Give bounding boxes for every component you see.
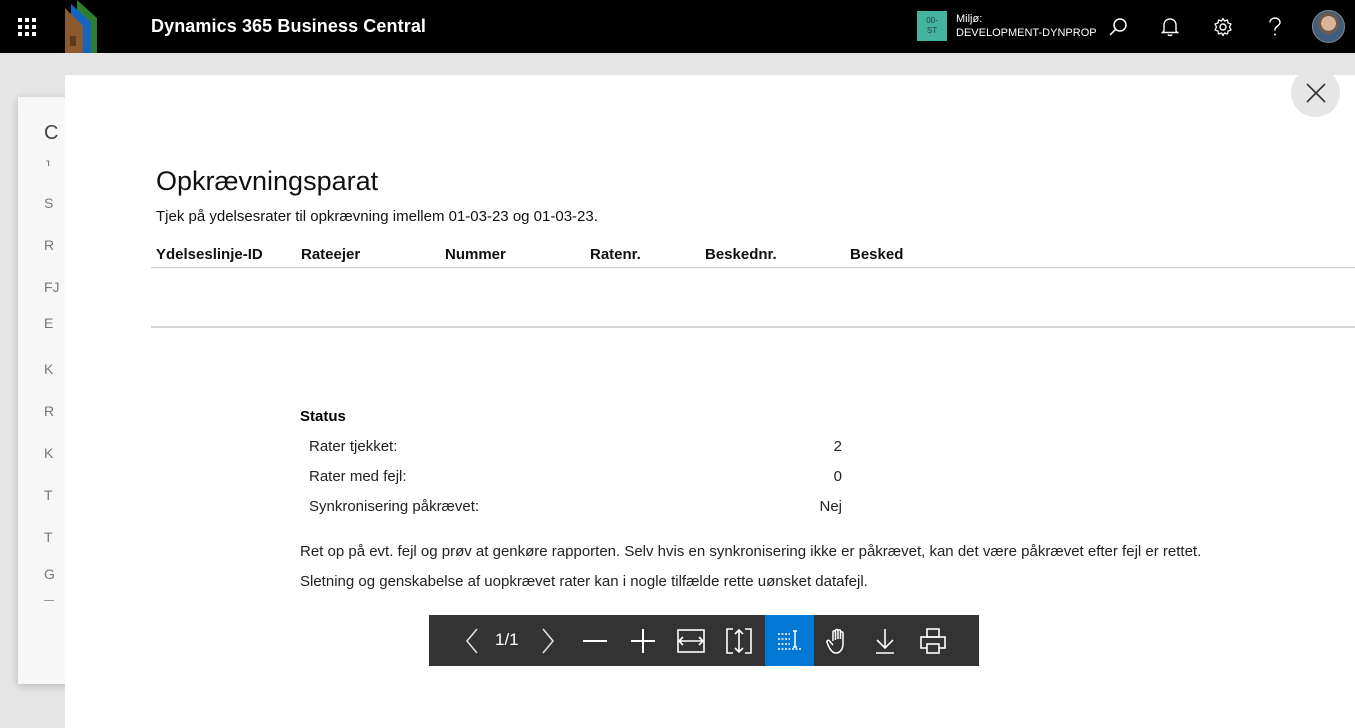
pdf-viewer-toolbar: 1/1 xyxy=(429,615,979,666)
report-note: Sletning og genskabelse af uopkrævet rat… xyxy=(300,573,868,590)
status-value: 2 xyxy=(833,438,842,455)
gear-icon xyxy=(1214,17,1232,37)
printer-icon xyxy=(920,627,946,654)
notifications-button[interactable] xyxy=(1152,9,1188,45)
background-page-item: J xyxy=(44,158,50,166)
background-page-item: E xyxy=(44,315,54,331)
fit-page-icon xyxy=(726,627,752,654)
table-end-divider xyxy=(151,326,1355,328)
fit-page-button[interactable] xyxy=(715,615,763,666)
user-avatar[interactable] xyxy=(1312,10,1345,43)
status-value: Nej xyxy=(819,498,842,515)
status-value: 0 xyxy=(833,468,842,485)
chevron-left-icon xyxy=(465,627,478,654)
environment-badge: 00- ST xyxy=(917,11,947,41)
environment-name: DEVELOPMENT-DYNPROP xyxy=(956,27,1097,39)
text-select-button[interactable] xyxy=(765,615,814,666)
background-page-item: R xyxy=(44,237,55,253)
background-page-heading: C xyxy=(44,122,59,144)
help-button[interactable] xyxy=(1257,9,1293,45)
hand-tool-button[interactable] xyxy=(815,615,863,666)
close-button[interactable] xyxy=(1291,68,1340,117)
fit-width-icon xyxy=(677,628,705,653)
zoom-out-button[interactable] xyxy=(571,615,619,666)
search-button[interactable] xyxy=(1100,9,1136,45)
next-page-button[interactable] xyxy=(525,615,571,666)
background-page-item: FJ xyxy=(44,279,60,295)
status-heading: Status xyxy=(300,408,346,425)
search-icon xyxy=(1109,18,1127,36)
column-header: Besked xyxy=(850,246,904,263)
fit-width-button[interactable] xyxy=(667,615,715,666)
report-title: Opkrævningsparat xyxy=(156,166,379,196)
download-icon xyxy=(876,628,894,654)
environment-indicator[interactable]: 00- ST Miljø: DEVELOPMENT-DYNPROP xyxy=(917,11,1097,41)
top-app-bar: Dynamics 365 Business Central 00- ST Mil… xyxy=(0,0,1355,53)
background-page-item: K xyxy=(44,361,54,377)
background-divider xyxy=(44,600,54,601)
chevron-right-icon xyxy=(542,627,555,654)
close-icon xyxy=(1305,82,1326,103)
background-page-item: S xyxy=(44,195,54,211)
text-select-icon xyxy=(777,629,802,650)
download-button[interactable] xyxy=(861,615,909,666)
minus-icon xyxy=(583,639,607,642)
background-page-item: R xyxy=(44,403,55,419)
company-logo xyxy=(53,0,109,53)
background-page-item: T xyxy=(44,487,53,503)
column-header: Ydelseslinje-ID xyxy=(156,246,263,263)
print-button[interactable] xyxy=(909,615,957,666)
app-title[interactable]: Dynamics 365 Business Central xyxy=(151,16,426,37)
status-label: Rater tjekket: xyxy=(309,438,398,455)
app-launcher-button[interactable] xyxy=(0,0,53,53)
report-note: Ret op på evt. fejl og prøv at genkøre r… xyxy=(300,543,1202,560)
waffle-icon xyxy=(17,17,36,36)
column-header: Nummer xyxy=(445,246,506,263)
environment-badge-line1: 00- xyxy=(926,16,938,25)
zoom-in-button[interactable] xyxy=(619,615,667,666)
page-indicator: 1/1 xyxy=(495,630,519,649)
column-header: Rateejer xyxy=(301,246,361,263)
column-header: Beskednr. xyxy=(705,246,777,263)
background-page-item: T xyxy=(44,529,53,545)
question-icon xyxy=(1269,17,1281,36)
previous-page-button[interactable] xyxy=(449,615,495,666)
status-label: Rater med fejl: xyxy=(309,468,407,485)
bell-icon xyxy=(1161,18,1179,37)
environment-badge-line2: ST xyxy=(926,26,938,35)
column-header: Ratenr. xyxy=(590,246,641,263)
table-header-divider xyxy=(151,267,1355,268)
report-subtitle: Tjek på ydelsesrater til opkrævning imel… xyxy=(156,208,598,225)
background-page-item: G xyxy=(44,566,55,582)
plus-icon xyxy=(631,628,655,653)
settings-button[interactable] xyxy=(1205,9,1241,45)
environment-label: Miljø: xyxy=(956,13,983,25)
status-label: Synkronisering påkrævet: xyxy=(309,498,480,515)
hand-icon xyxy=(826,628,844,654)
background-page-item: K xyxy=(44,445,54,461)
